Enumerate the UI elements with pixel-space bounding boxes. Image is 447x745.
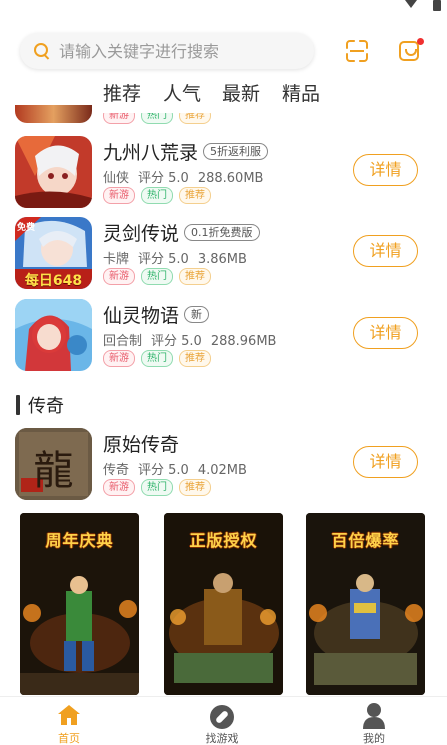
banner-row: 周年庆典 正版授权 百倍爆率 xyxy=(20,513,427,695)
discount-badge: 0.1折免费版 xyxy=(184,224,260,241)
details-button[interactable]: 详情 xyxy=(353,317,418,349)
details-button[interactable]: 详情 xyxy=(353,154,418,186)
search-input[interactable] xyxy=(59,41,289,61)
game-rating: 评分 5.0 xyxy=(151,334,202,349)
promo-banner[interactable]: 百倍爆率 xyxy=(306,513,425,695)
search-bar[interactable] xyxy=(20,33,314,69)
section-marker xyxy=(16,395,20,415)
notification-dot xyxy=(417,38,424,45)
game-size: 288.96MB xyxy=(210,334,277,349)
tag-hot: 热门 xyxy=(141,187,173,204)
game-size: 4.02MB xyxy=(197,463,247,478)
game-name: 灵剑传说 xyxy=(103,223,180,245)
game-art-image xyxy=(15,136,92,208)
thumb-caption: 每日648 xyxy=(24,273,83,289)
tag-recommend: 推荐 xyxy=(179,350,211,367)
section-title: 传奇 xyxy=(28,396,64,417)
game-category: 卡牌 xyxy=(103,252,130,267)
user-icon xyxy=(363,703,385,729)
game-meta: 卡牌 评分 5.0 3.86MB xyxy=(103,248,256,267)
game-thumbnail-partial[interactable] xyxy=(15,105,92,123)
nav-label: 找游戏 xyxy=(205,732,239,745)
promo-banner[interactable]: 周年庆典 xyxy=(20,513,139,695)
compass-icon xyxy=(210,705,234,729)
game-art-image xyxy=(15,299,92,371)
bottom-nav: 首页 找游戏 我的 xyxy=(0,696,447,745)
game-name: 原始传奇 xyxy=(103,434,180,456)
game-thumbnail[interactable]: 龍 xyxy=(15,428,92,500)
tag-row: 新游 热门 推荐 xyxy=(103,479,211,496)
game-category: 仙侠 xyxy=(103,171,130,186)
tag-new: 新游 xyxy=(103,479,135,496)
tab-recommend[interactable]: 推荐 xyxy=(103,79,141,106)
banner-title: 正版授权 xyxy=(189,531,258,550)
discount-badge: 5折返利服 xyxy=(203,143,269,160)
section-header: 传奇 xyxy=(16,392,64,418)
tag-row-partial: 新游 热门 推荐 xyxy=(103,113,211,125)
tag-new: 新游 xyxy=(103,113,135,124)
list-item[interactable]: 龍 原始传奇 传奇 评分 5.0 4.02MB 新游 热门 推荐 详情 xyxy=(0,428,447,506)
details-button[interactable]: 详情 xyxy=(353,235,418,267)
tag-hot: 热门 xyxy=(141,268,173,285)
list-item[interactable]: 仙灵物语 新 回合制 评分 5.0 288.96MB 新游 热门 推荐 详情 xyxy=(0,299,447,377)
category-tabs: 推荐 人气 最新 精品 xyxy=(0,79,447,107)
tag-hot: 热门 xyxy=(141,479,173,496)
game-meta: 传奇 评分 5.0 4.02MB xyxy=(103,459,256,478)
game-rating: 评分 5.0 xyxy=(138,171,189,186)
tab-popular[interactable]: 人气 xyxy=(163,79,201,106)
nav-label: 首页 xyxy=(58,732,80,745)
game-thumbnail[interactable] xyxy=(15,299,92,371)
game-size: 288.60MB xyxy=(197,171,264,186)
battery-icon xyxy=(433,0,441,11)
tag-recommend: 推荐 xyxy=(179,268,211,285)
game-meta: 回合制 评分 5.0 288.96MB xyxy=(103,330,285,349)
tag-hot: 热门 xyxy=(141,113,173,124)
tag-row: 新游 热门 推荐 xyxy=(103,350,211,367)
tab-premium[interactable]: 精品 xyxy=(282,79,320,106)
tag-recommend: 推荐 xyxy=(179,479,211,496)
thumb-glyph: 龍 xyxy=(33,448,74,494)
status-bar xyxy=(0,0,447,14)
banner-title: 百倍爆率 xyxy=(331,531,400,550)
game-name: 仙灵物语 xyxy=(103,305,180,327)
nav-profile[interactable]: 我的 xyxy=(334,697,414,745)
game-size: 3.86MB xyxy=(197,252,247,267)
game-rating: 评分 5.0 xyxy=(138,463,189,478)
details-button[interactable]: 详情 xyxy=(353,446,418,478)
tag-new: 新游 xyxy=(103,187,135,204)
search-icon xyxy=(34,42,51,60)
new-badge: 新 xyxy=(184,306,210,323)
tag-row: 新游 热门 推荐 xyxy=(103,268,211,285)
nav-label: 我的 xyxy=(363,732,385,745)
game-category: 传奇 xyxy=(103,463,130,478)
nav-find-games[interactable]: 找游戏 xyxy=(182,697,262,745)
game-name: 九州八荒录 xyxy=(103,142,199,164)
tag-new: 新游 xyxy=(103,350,135,367)
banner-title: 周年庆典 xyxy=(45,531,114,550)
game-rating: 评分 5.0 xyxy=(138,252,189,267)
list-item[interactable]: 免费 每日648 灵剑传说 0.1折免费版 卡牌 评分 5.0 3.86MB 新游 … xyxy=(0,217,447,295)
tab-newest[interactable]: 最新 xyxy=(222,79,260,106)
game-thumbnail[interactable] xyxy=(15,136,92,208)
tag-recommend: 推荐 xyxy=(179,113,211,124)
scan-icon[interactable] xyxy=(346,40,368,62)
home-icon xyxy=(58,705,80,725)
game-thumbnail[interactable]: 免费 每日648 xyxy=(15,217,92,289)
nav-home[interactable]: 首页 xyxy=(29,697,109,745)
tag-new: 新游 xyxy=(103,268,135,285)
list-item[interactable]: 九州八荒录 5折返利服 仙侠 评分 5.0 288.60MB 新游 热门 推荐 详情 xyxy=(0,136,447,214)
message-icon[interactable] xyxy=(399,41,419,61)
tag-row: 新游 热门 推荐 xyxy=(103,187,211,204)
tag-recommend: 推荐 xyxy=(179,187,211,204)
signal-icon xyxy=(405,0,417,8)
game-meta: 仙侠 评分 5.0 288.60MB xyxy=(103,167,272,186)
tag-hot: 热门 xyxy=(141,350,173,367)
promo-banner[interactable]: 正版授权 xyxy=(164,513,283,695)
game-category: 回合制 xyxy=(103,334,143,349)
free-corner-label: 免费 xyxy=(17,223,36,233)
